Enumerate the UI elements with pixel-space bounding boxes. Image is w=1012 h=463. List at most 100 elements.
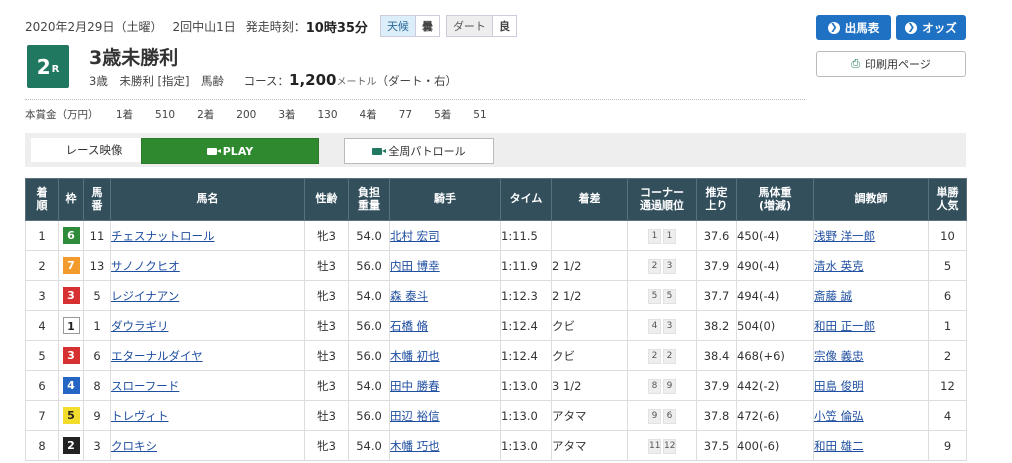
popularity: 5 — [928, 250, 967, 281]
body-weight: 472 — [737, 408, 759, 423]
horse-name-link[interactable]: レジイナアン — [112, 289, 180, 303]
jockey-link[interactable]: 木幡 初也 — [391, 349, 440, 363]
horse-name-link[interactable]: ダウラギリ — [112, 319, 169, 333]
horse-name-link[interactable]: クロキシ — [112, 439, 158, 453]
play-button[interactable]: PLAY — [141, 138, 319, 164]
horse-name-link[interactable]: チェスナットロール — [112, 229, 215, 243]
body-weight: 490 — [737, 258, 759, 273]
jockey-cell: 森 泰斗 — [389, 280, 501, 311]
column-header: 性齢 — [304, 178, 349, 221]
column-header: 着差 — [551, 178, 628, 221]
horse-name-cell: エターナルダイヤ — [110, 340, 305, 371]
arrow-circle-icon: ❯ — [827, 21, 840, 34]
trainer-link[interactable]: 斎藤 誠 — [815, 289, 853, 303]
margin — [551, 220, 628, 251]
race-date: 2020年2月29日（土曜） — [25, 19, 163, 34]
jockey-link[interactable]: 田中 勝春 — [391, 379, 440, 393]
column-header: 騎手 — [389, 178, 501, 221]
trainer-link[interactable]: 和田 雄二 — [815, 439, 864, 453]
popularity: 12 — [928, 370, 967, 401]
corner-positions: 89 — [627, 370, 697, 401]
odds-button[interactable]: ❯ オッズ — [896, 15, 966, 40]
entries-button[interactable]: ❯ 出馬表 — [816, 15, 891, 40]
finish-rank: 6 — [25, 370, 59, 401]
jockey-link[interactable]: 木幡 巧也 — [391, 439, 440, 453]
print-page-button[interactable]: ⎙ 印刷用ページ — [816, 51, 966, 77]
horse-name-cell: レジイナアン — [110, 280, 305, 311]
jockey-link[interactable]: 北村 宏司 — [391, 229, 440, 243]
video-camera-icon — [372, 147, 387, 155]
body-weight-diff: (-4) — [758, 258, 780, 273]
popularity: 2 — [928, 340, 967, 371]
waku-cell: 6 — [58, 220, 84, 251]
popularity: 4 — [928, 400, 967, 431]
carried-weight: 56.0 — [348, 310, 390, 341]
race-distance: 1,200 — [289, 71, 337, 89]
horse-name-link[interactable]: スローフード — [112, 379, 180, 393]
finish-rank: 3 — [25, 280, 59, 311]
carried-weight: 54.0 — [348, 220, 390, 251]
corner-position: 1 — [648, 229, 661, 244]
corner-positions: 96 — [627, 400, 697, 431]
jockey-link[interactable]: 田辺 裕信 — [391, 409, 440, 423]
printer-icon: ⎙ — [851, 57, 861, 70]
finish-rank: 1 — [25, 220, 59, 251]
jockey-link[interactable]: 森 泰斗 — [391, 289, 429, 303]
trainer-link[interactable]: 田島 俊明 — [815, 379, 864, 393]
trainer-link[interactable]: 浅野 洋一郎 — [815, 229, 876, 243]
trainer-link[interactable]: 清水 英克 — [815, 259, 864, 273]
body-weight-diff: (-6) — [758, 438, 780, 453]
trainer-link[interactable]: 小笠 倫弘 — [815, 409, 864, 423]
race-conditions: 3歳 未勝利 [指定] 馬齢 — [89, 74, 224, 88]
jockey-link[interactable]: 内田 博幸 — [391, 259, 440, 273]
jockey-cell: 内田 博幸 — [389, 250, 501, 281]
finish-time: 1:13.0 — [500, 370, 552, 401]
table-row: 2 7 13 サノノクヒオ 牡3 56.0 内田 博幸 1:11.9 2 1/2 2 3 37.9 49… — [25, 250, 967, 281]
trainer-link[interactable]: 宗像 義忠 — [815, 349, 864, 363]
margin: 2 1/2 — [551, 280, 628, 311]
jockey-link[interactable]: 石橋 脩 — [391, 319, 429, 333]
horse-name-cell: クロキシ — [110, 430, 305, 461]
corner-position: 9 — [663, 379, 676, 394]
sex-age: 牡3 — [304, 310, 349, 341]
column-header: 調教師 — [813, 178, 929, 221]
corner-position: 4 — [648, 319, 661, 334]
prize-amount: 130 — [317, 109, 338, 121]
sex-age: 牝3 — [304, 280, 349, 311]
horse-name-link[interactable]: サノノクヒオ — [112, 259, 180, 273]
body-weight-cell: 494(-4) — [736, 280, 814, 311]
body-weight-cell: 504(0) — [736, 310, 814, 341]
horse-name-cell: サノノクヒオ — [110, 250, 305, 281]
table-row: 8 2 3 クロキシ 牝3 54.0 木幡 巧也 1:13.0 アタマ 11 12 37.5 400(-… — [25, 430, 967, 461]
horse-number: 13 — [83, 250, 111, 281]
finish-rank: 7 — [25, 400, 59, 431]
horse-name-cell: チェスナットロール — [110, 220, 305, 251]
column-header: 単勝 人気 — [928, 178, 967, 221]
waku-cell: 3 — [58, 340, 84, 371]
horse-name-link[interactable]: トレヴィト — [112, 409, 169, 423]
carried-weight: 56.0 — [348, 250, 390, 281]
corner-position: 1 — [663, 229, 676, 244]
horse-name-link[interactable]: エターナルダイヤ — [112, 349, 203, 363]
waku-number: 4 — [62, 377, 80, 394]
last-3f: 37.9 — [696, 250, 737, 281]
horse-number: 3 — [83, 430, 111, 461]
prize-place: 2着 — [197, 109, 215, 121]
table-row: 7 5 9 トレヴィト 牡3 56.0 田辺 裕信 1:13.0 アタマ 9 6 37.8 472(-6… — [25, 400, 967, 431]
track-condition: 良 — [491, 16, 516, 36]
jockey-cell: 田中 勝春 — [389, 370, 501, 401]
last-3f: 37.6 — [696, 220, 737, 251]
finish-time: 1:12.4 — [500, 310, 552, 341]
trainer-link[interactable]: 和田 正一郎 — [815, 319, 876, 333]
popularity: 10 — [928, 220, 967, 251]
waku-number: 6 — [62, 227, 80, 244]
post-time-label: 発走時刻： — [245, 19, 306, 34]
jockey-cell: 田辺 裕信 — [389, 400, 501, 431]
race-video-label: レース映像 — [31, 138, 157, 162]
prize-money: 本賞金（万円） 1着 510 2着 200 3着 130 4着 77 5着 51 — [25, 107, 487, 122]
race-result-page: 2020年2月29日（土曜） 2回中山1日 発走時刻： 10時35分 天候 曇 … — [0, 0, 1012, 463]
margin: クビ — [551, 310, 628, 341]
margin: 3 1/2 — [551, 370, 628, 401]
patrol-video-button[interactable]: 全周パトロール — [344, 138, 494, 164]
last-3f: 37.8 — [696, 400, 737, 431]
